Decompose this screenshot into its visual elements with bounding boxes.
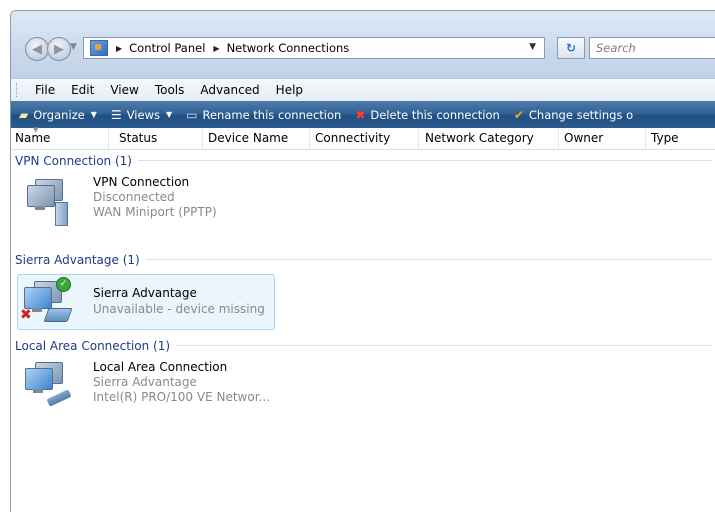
- column-type-label: Type: [651, 131, 679, 145]
- rename-icon: ▭: [186, 107, 198, 122]
- connection-name: Sierra Advantage: [93, 286, 197, 300]
- column-device-name-label: Device Name: [208, 131, 289, 145]
- views-icon: ☰: [110, 107, 122, 122]
- forward-button[interactable]: ▶: [47, 37, 71, 61]
- error-x-icon: ✖: [20, 307, 32, 323]
- connection-device: Intel(R) PRO/100 VE Networ...: [93, 390, 270, 404]
- command-bar: ▰ Organize ▼ ☰ Views ▼ ▭ Rename this con…: [11, 101, 715, 128]
- rename-connection-button[interactable]: ▭ Rename this connection: [186, 108, 341, 122]
- rename-connection-label: Rename this connection: [202, 107, 342, 122]
- chevron-down-icon: ▼: [90, 110, 97, 119]
- connection-item-sierra[interactable]: ✓ ✖ Sierra Advantage Unavailable - devic…: [17, 274, 275, 330]
- change-settings-button[interactable]: ✔ Change settings o: [514, 108, 633, 122]
- back-button[interactable]: ◀: [25, 37, 49, 61]
- refresh-button[interactable]: ↻: [557, 37, 585, 59]
- settings-check-icon: ✔: [513, 107, 524, 122]
- column-device-name[interactable]: Device Name: [204, 128, 310, 149]
- menu-file[interactable]: File: [27, 83, 63, 97]
- back-arrow-icon: ◀: [32, 41, 42, 57]
- forward-arrow-icon: ▶: [54, 41, 64, 57]
- connection-item-lan[interactable]: Local Area Connection Sierra Advantage I…: [23, 356, 273, 414]
- column-status-label: Status: [119, 131, 158, 145]
- column-owner-label: Owner: [564, 131, 604, 145]
- sort-indicator-icon: ▼: [33, 126, 39, 134]
- group-header-lan[interactable]: Local Area Connection (1): [11, 337, 715, 354]
- menu-view[interactable]: View: [102, 83, 146, 97]
- group-divider: [176, 345, 712, 346]
- explorer-window: ◀ ▶ ▼ ▶ Control Panel ▶ Network Connecti…: [10, 10, 715, 512]
- connection-name: Local Area Connection: [93, 360, 228, 374]
- group-header-vpn[interactable]: VPN Connection (1): [11, 152, 715, 169]
- column-owner[interactable]: Owner: [560, 128, 646, 149]
- column-connectivity-label: Connectivity: [315, 131, 391, 145]
- connection-status: Disconnected: [93, 190, 175, 204]
- address-bar[interactable]: ▶ Control Panel ▶ Network Connections ▼: [83, 37, 545, 59]
- views-label: Views: [126, 107, 160, 122]
- recent-pages-dropdown-icon[interactable]: ▼: [70, 42, 77, 52]
- views-button[interactable]: ☰ Views ▼: [111, 108, 172, 122]
- menu-tools[interactable]: Tools: [147, 83, 193, 97]
- delete-connection-label: Delete this connection: [370, 107, 500, 122]
- delete-icon: ✖: [355, 107, 366, 122]
- menu-help[interactable]: Help: [268, 83, 311, 97]
- menu-advanced[interactable]: Advanced: [192, 83, 267, 97]
- menu-grip: [16, 83, 19, 97]
- organize-label: Organize: [33, 107, 85, 122]
- group-header-sierra[interactable]: Sierra Advantage (1): [11, 251, 715, 268]
- group-label: Local Area Connection (1): [15, 338, 171, 353]
- connected-check-icon: ✓: [56, 277, 71, 292]
- column-type[interactable]: Type: [647, 128, 715, 149]
- column-header-row: ▼ Name Status Device Name Connectivity N…: [11, 126, 715, 150]
- column-connectivity[interactable]: Connectivity: [311, 128, 419, 149]
- address-dropdown-icon[interactable]: ▼: [529, 42, 536, 52]
- column-name[interactable]: ▼ Name: [11, 126, 109, 149]
- breadcrumb-arrow-icon[interactable]: ▶: [213, 44, 219, 53]
- menu-bar: File Edit View Tools Advanced Help: [11, 78, 715, 102]
- breadcrumb-arrow-icon[interactable]: ▶: [116, 44, 122, 53]
- group-label: Sierra Advantage (1): [15, 252, 140, 267]
- column-network-category-label: Network Category: [425, 131, 534, 145]
- group-label: VPN Connection (1): [15, 153, 132, 168]
- chevron-down-icon: ▼: [165, 110, 173, 119]
- group-divider: [137, 160, 712, 161]
- search-input[interactable]: Search: [589, 37, 715, 59]
- organize-button[interactable]: ▰ Organize ▼: [19, 108, 97, 122]
- connection-status: Sierra Advantage: [93, 375, 197, 389]
- column-network-category[interactable]: Network Category: [421, 128, 559, 149]
- change-settings-label: Change settings o: [528, 107, 634, 122]
- breadcrumb-network-connections[interactable]: Network Connections: [227, 41, 350, 55]
- column-status[interactable]: Status: [115, 128, 203, 149]
- breadcrumb-control-panel[interactable]: Control Panel: [129, 41, 205, 55]
- delete-connection-button[interactable]: ✖ Delete this connection: [355, 108, 500, 122]
- menu-edit[interactable]: Edit: [63, 83, 102, 97]
- navigation-bar: ◀ ▶ ▼ ▶ Control Panel ▶ Network Connecti…: [11, 11, 715, 78]
- connection-name: VPN Connection: [93, 175, 190, 189]
- refresh-icon: ↻: [565, 41, 577, 55]
- connection-item-vpn[interactable]: VPN Connection Disconnected WAN Miniport…: [23, 171, 273, 229]
- organize-icon: ▰: [19, 107, 29, 122]
- connection-status: Unavailable - device missing: [93, 302, 265, 316]
- control-panel-icon: [90, 40, 108, 56]
- group-divider: [145, 259, 712, 260]
- connection-device: WAN Miniport (PPTP): [93, 205, 217, 219]
